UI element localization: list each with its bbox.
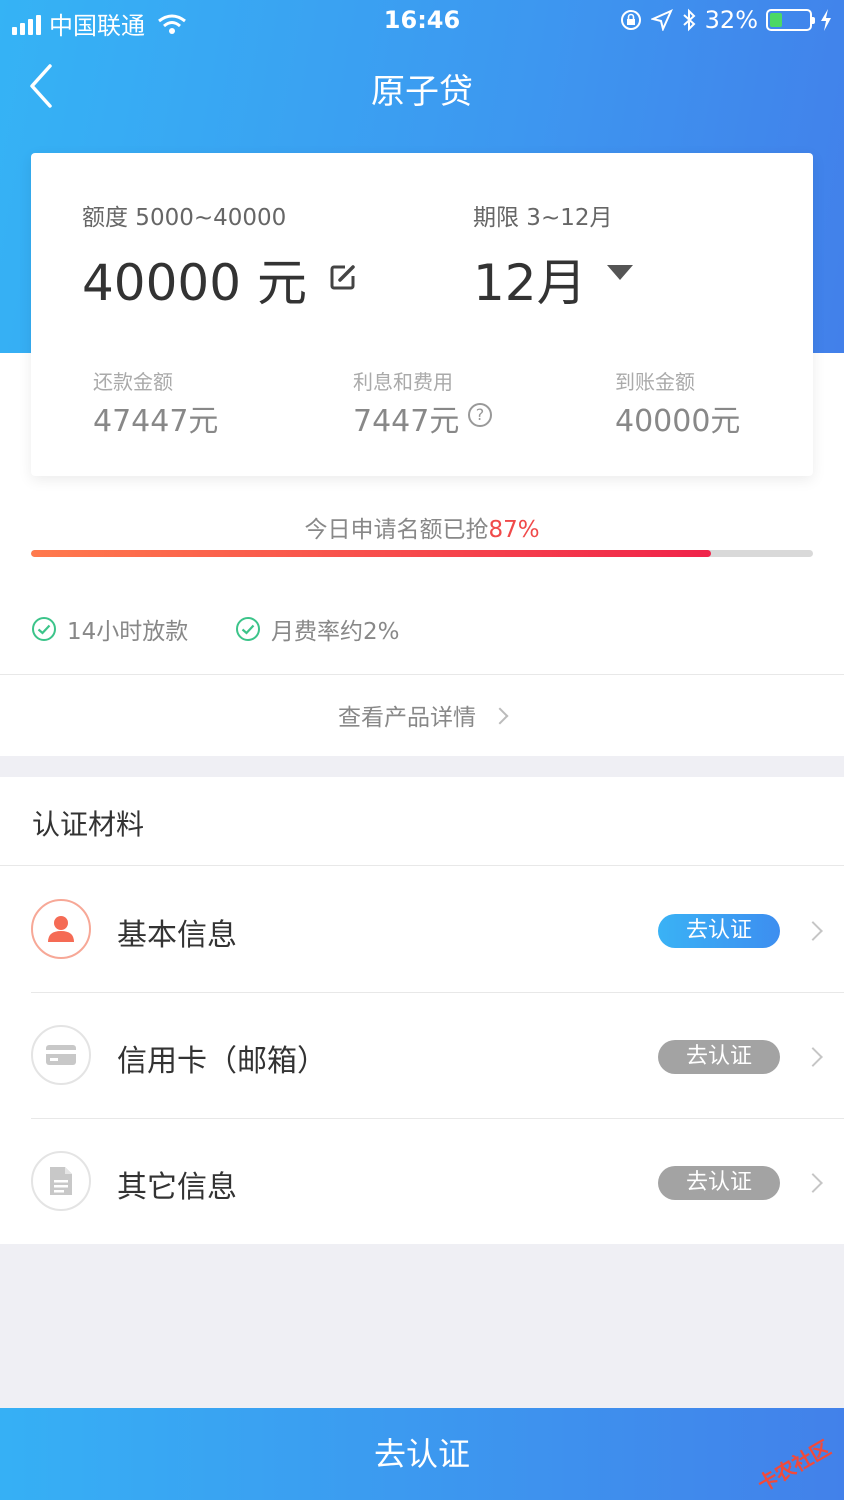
page-title: 原子贷 <box>371 72 473 112</box>
fee-value: 7447元 <box>353 404 460 439</box>
status-bar: 中国联通 16:46 32% <box>0 0 844 44</box>
repay-label: 还款金额 <box>93 370 173 394</box>
auth-icon-circle <box>31 1151 91 1211</box>
verify-button[interactable]: 去认证 <box>658 1040 780 1074</box>
auth-row-credit-card[interactable]: 信用卡（邮箱） 去认证 <box>0 992 844 1118</box>
check-circle-icon <box>236 617 260 641</box>
user-icon <box>48 916 74 942</box>
auth-item-label: 信用卡（邮箱） <box>117 1044 327 1079</box>
auth-item-label: 其它信息 <box>117 1170 237 1205</box>
document-icon <box>50 1167 72 1195</box>
check-circle-icon <box>32 617 56 641</box>
section-title: 认证材料 <box>32 808 145 841</box>
feature-label: 月费率约2% <box>271 619 400 645</box>
product-details-label: 查看产品详情 <box>338 705 476 731</box>
quota-progress-label: 今日申请名额已抢87% <box>0 510 844 544</box>
quota-progress-percent: 87% <box>488 517 540 543</box>
feature-label: 14小时放款 <box>67 619 189 645</box>
battery-percent: 32% <box>704 6 758 34</box>
auth-materials-section: 认证材料 基本信息 去认证 信用卡（邮箱） 去认证 其它信息 去认证 <box>0 777 844 1244</box>
quota-progress-fill <box>31 550 712 557</box>
amount-value[interactable]: 40000 元 <box>82 243 307 315</box>
auth-icon-circle <box>31 1025 91 1085</box>
divider <box>0 674 844 675</box>
term-value[interactable]: 12月 <box>473 243 587 315</box>
battery-icon <box>766 9 815 31</box>
orientation-lock-icon <box>620 10 641 30</box>
quota-progress-bar <box>31 550 813 557</box>
chevron-right-icon <box>491 707 509 725</box>
bluetooth-icon <box>682 8 696 32</box>
auth-icon-circle <box>31 899 91 959</box>
help-icon[interactable]: ? <box>468 403 492 427</box>
location-icon <box>650 9 673 31</box>
auth-row-basic-info[interactable]: 基本信息 去认证 <box>0 866 844 992</box>
product-details-link[interactable]: 查看产品详情 <box>0 698 844 732</box>
edit-icon[interactable] <box>329 263 357 291</box>
auth-item-label: 基本信息 <box>117 918 237 953</box>
chevron-right-icon <box>803 1047 823 1067</box>
repay-value: 47447元 <box>93 404 219 439</box>
verify-button[interactable]: 去认证 <box>658 914 780 948</box>
dropdown-arrow-icon[interactable] <box>607 265 633 280</box>
receive-value: 40000元 <box>615 404 741 439</box>
feature-fast-loan: 14小时放款 <box>31 612 188 646</box>
term-range-label: 期限 3~12月 <box>473 205 613 231</box>
credit-card-icon <box>46 1045 76 1065</box>
charging-icon <box>821 9 831 31</box>
receive-label: 到账金额 <box>615 370 695 394</box>
loan-card: 额度 5000~40000 40000 元 期限 3~12月 12月 还款金额 … <box>31 153 813 476</box>
feature-monthly-rate: 月费率约2% <box>235 612 400 646</box>
fee-label: 利息和费用 <box>353 370 453 394</box>
amount-range-label: 额度 5000~40000 <box>82 205 287 231</box>
auth-row-other-info[interactable]: 其它信息 去认证 <box>0 1118 844 1244</box>
chevron-right-icon <box>803 921 823 941</box>
chevron-right-icon <box>803 1173 823 1193</box>
verify-button[interactable]: 去认证 <box>658 1166 780 1200</box>
quota-progress-text: 今日申请名额已抢 <box>304 517 489 543</box>
verify-cta-button[interactable]: 去认证 <box>0 1408 844 1500</box>
